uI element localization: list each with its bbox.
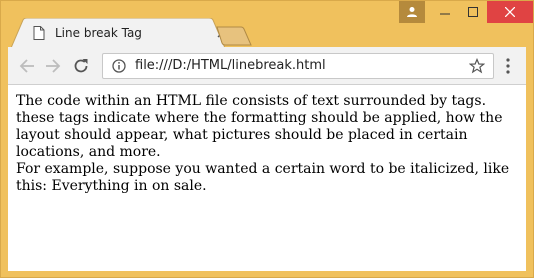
kebab-menu-icon[interactable] bbox=[506, 58, 510, 74]
reload-icon[interactable] bbox=[72, 57, 90, 75]
paragraph-example: For example, suppose you wanted a certai… bbox=[16, 161, 510, 194]
page-viewport: The code within an HTML file consists of… bbox=[8, 85, 526, 271]
user-icon bbox=[407, 7, 417, 17]
close-window-button[interactable] bbox=[487, 1, 533, 23]
page-icon bbox=[33, 26, 45, 40]
maximize-icon bbox=[468, 7, 478, 17]
info-icon[interactable] bbox=[112, 59, 126, 73]
arrow-right-icon[interactable] bbox=[44, 57, 62, 75]
paragraph-intro: The code within an HTML file consists of… bbox=[16, 93, 503, 160]
minimize-button[interactable] bbox=[431, 1, 459, 23]
minimize-icon bbox=[440, 13, 450, 15]
arrow-left-icon[interactable] bbox=[18, 57, 36, 75]
url-text[interactable]: file:///D:/HTML/linebreak.html bbox=[135, 58, 326, 73]
page-content: The code within an HTML file consists of… bbox=[16, 93, 516, 195]
window-controls bbox=[399, 1, 533, 23]
tab-title: Line break Tag bbox=[55, 26, 142, 40]
profile-button[interactable] bbox=[399, 1, 425, 23]
new-tab-button[interactable] bbox=[215, 26, 255, 46]
tab-line-break[interactable]: Line break Tag bbox=[11, 18, 227, 48]
star-icon[interactable] bbox=[469, 58, 485, 74]
close-icon bbox=[505, 7, 515, 17]
address-bar[interactable]: file:///D:/HTML/linebreak.html bbox=[102, 53, 494, 79]
maximize-button[interactable] bbox=[459, 1, 487, 23]
browser-toolbar: file:///D:/HTML/linebreak.html bbox=[8, 47, 526, 85]
browser-window: Line break Tag file:///D:/HTML/linebreak… bbox=[0, 0, 534, 278]
